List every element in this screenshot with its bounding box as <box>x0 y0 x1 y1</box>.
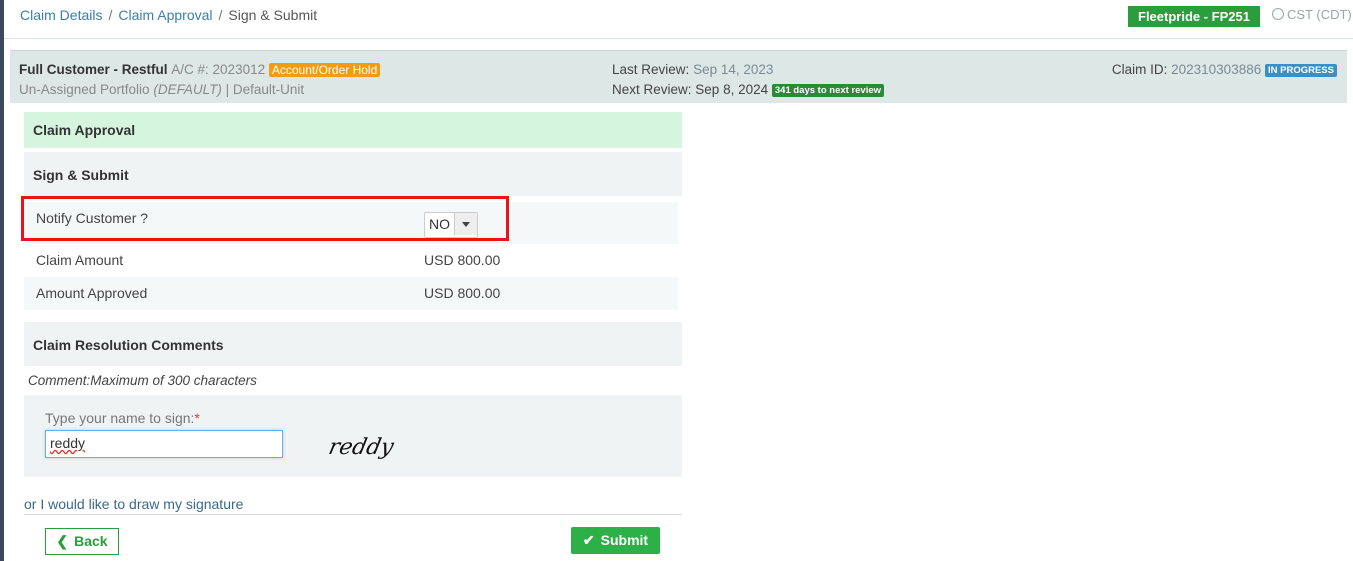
back-button-label: Back <box>74 533 108 549</box>
sign-submit-header: Sign & Submit <box>24 152 682 196</box>
signature-input-text: reddy <box>50 435 86 451</box>
account-number: A/C #: 2023012 <box>171 62 266 77</box>
customer-name[interactable]: Full Customer - Restful <box>19 62 168 77</box>
amount-approved-label: Amount Approved <box>36 285 148 301</box>
portfolio-tag: (DEFAULT) <box>153 82 222 97</box>
comment-hint: Comment:Maximum of 300 characters <box>28 373 257 388</box>
organization-button[interactable]: Fleetpride - FP251 <box>1128 6 1260 27</box>
next-review-label: Next Review: <box>612 82 692 97</box>
comments-title: Claim Resolution Comments <box>33 337 224 353</box>
unit-name: Default-Unit <box>232 82 305 97</box>
claim-id-value: 202310303886 <box>1171 62 1262 77</box>
claim-id: Claim ID: 202310303886 IN PROGRESS <box>1112 62 1337 77</box>
timezone-label: CST (CDT) <box>1287 7 1352 22</box>
portfolio-line: Un-Assigned Portfolio (DEFAULT) | Defaul… <box>19 82 305 97</box>
claim-amount-value: USD 800.00 <box>424 252 501 268</box>
top-bar: Claim Details / Claim Approval / Sign & Subm… <box>4 0 1353 39</box>
last-review-date: Sep 14, 2023 <box>693 62 774 77</box>
claim-amount-label: Claim Amount <box>36 252 124 268</box>
customer-line: Full Customer - Restful A/C #: 2023012 A… <box>19 62 381 77</box>
timezone-indicator: CST (CDT) <box>1272 7 1352 22</box>
signature-label: Type your name to sign:* <box>45 410 200 426</box>
back-button[interactable]: ❮ Back <box>45 528 119 555</box>
chevron-left-icon: ❮ <box>56 533 69 549</box>
signature-preview: reddy <box>326 435 396 460</box>
claim-approval-header: Claim Approval <box>24 112 682 148</box>
highlight-box <box>21 196 509 241</box>
amount-approved-row: Amount Approved USD 800.00 <box>24 277 678 310</box>
draw-signature-link[interactable]: or I would like to draw my signature <box>24 496 243 512</box>
required-asterisk: * <box>194 410 200 426</box>
signature-name-input[interactable]: reddy <box>45 430 283 458</box>
next-review: Next Review: Sep 8, 2024 341 days to nex… <box>612 82 885 97</box>
check-icon: ✔ <box>582 532 595 548</box>
comments-header: Claim Resolution Comments <box>24 322 682 366</box>
breadcrumb-current: Sign & Submit <box>228 7 318 23</box>
left-edge-bar <box>0 0 4 561</box>
next-review-date: Sep 8, 2024 <box>695 82 769 97</box>
customer-summary-bar: Full Customer - Restful A/C #: 2023012 A… <box>10 50 1347 103</box>
signature-panel: Type your name to sign:* reddy reddy <box>24 395 682 477</box>
submit-button-label: Submit <box>600 532 649 548</box>
last-review: Last Review: Sep 14, 2023 <box>612 62 773 77</box>
claim-approval-title: Claim Approval <box>33 122 136 138</box>
submit-button[interactable]: ✔ Submit <box>571 527 660 554</box>
status-badge: IN PROGRESS <box>1265 64 1337 77</box>
claim-id-label: Claim ID: <box>1111 62 1168 77</box>
claim-amount-row: Claim Amount USD 800.00 <box>24 244 678 277</box>
clock-icon <box>1272 8 1284 20</box>
portfolio-name: Un-Assigned Portfolio <box>19 82 150 97</box>
breadcrumb-claim-approval[interactable]: Claim Approval <box>118 7 212 23</box>
last-review-label: Last Review: <box>612 62 690 77</box>
amount-approved-value: USD 800.00 <box>424 285 501 301</box>
breadcrumb: Claim Details / Claim Approval / Sign & Subm… <box>20 7 318 23</box>
days-to-review-badge: 341 days to next review <box>771 84 885 97</box>
divider <box>24 514 682 515</box>
breadcrumb-claim-details[interactable]: Claim Details <box>20 7 102 23</box>
sign-submit-title: Sign & Submit <box>33 167 129 183</box>
hold-badge: Account/Order Hold <box>268 63 381 77</box>
